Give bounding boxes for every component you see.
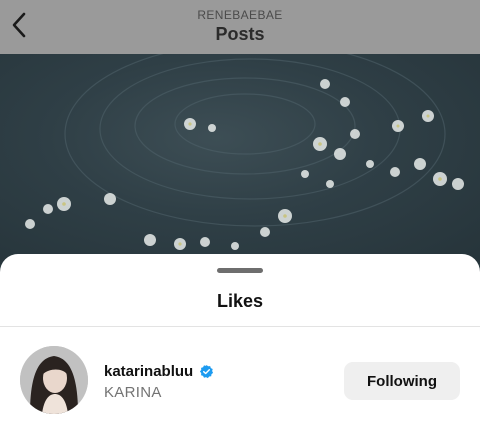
divider (0, 326, 480, 327)
following-button[interactable]: Following (344, 362, 460, 400)
post-header: RENEBAEBAE Posts (0, 0, 480, 54)
full-name: KARINA (104, 384, 162, 401)
sheet-drag-handle[interactable] (217, 268, 263, 273)
username[interactable]: katarinabluu (104, 363, 214, 380)
likes-bottom-sheet: Likes katarinabluu KARINA Following (0, 254, 480, 425)
post-image (0, 54, 480, 264)
page-title: Posts (215, 24, 265, 44)
account-name: RENEBAEBAE (197, 8, 283, 22)
username-text: katarinabluu (104, 363, 194, 380)
verified-badge-icon (199, 364, 214, 379)
list-item[interactable]: katarinabluu KARINA Following (0, 346, 480, 416)
sheet-title: Likes (216, 291, 264, 311)
avatar[interactable] (20, 346, 88, 414)
